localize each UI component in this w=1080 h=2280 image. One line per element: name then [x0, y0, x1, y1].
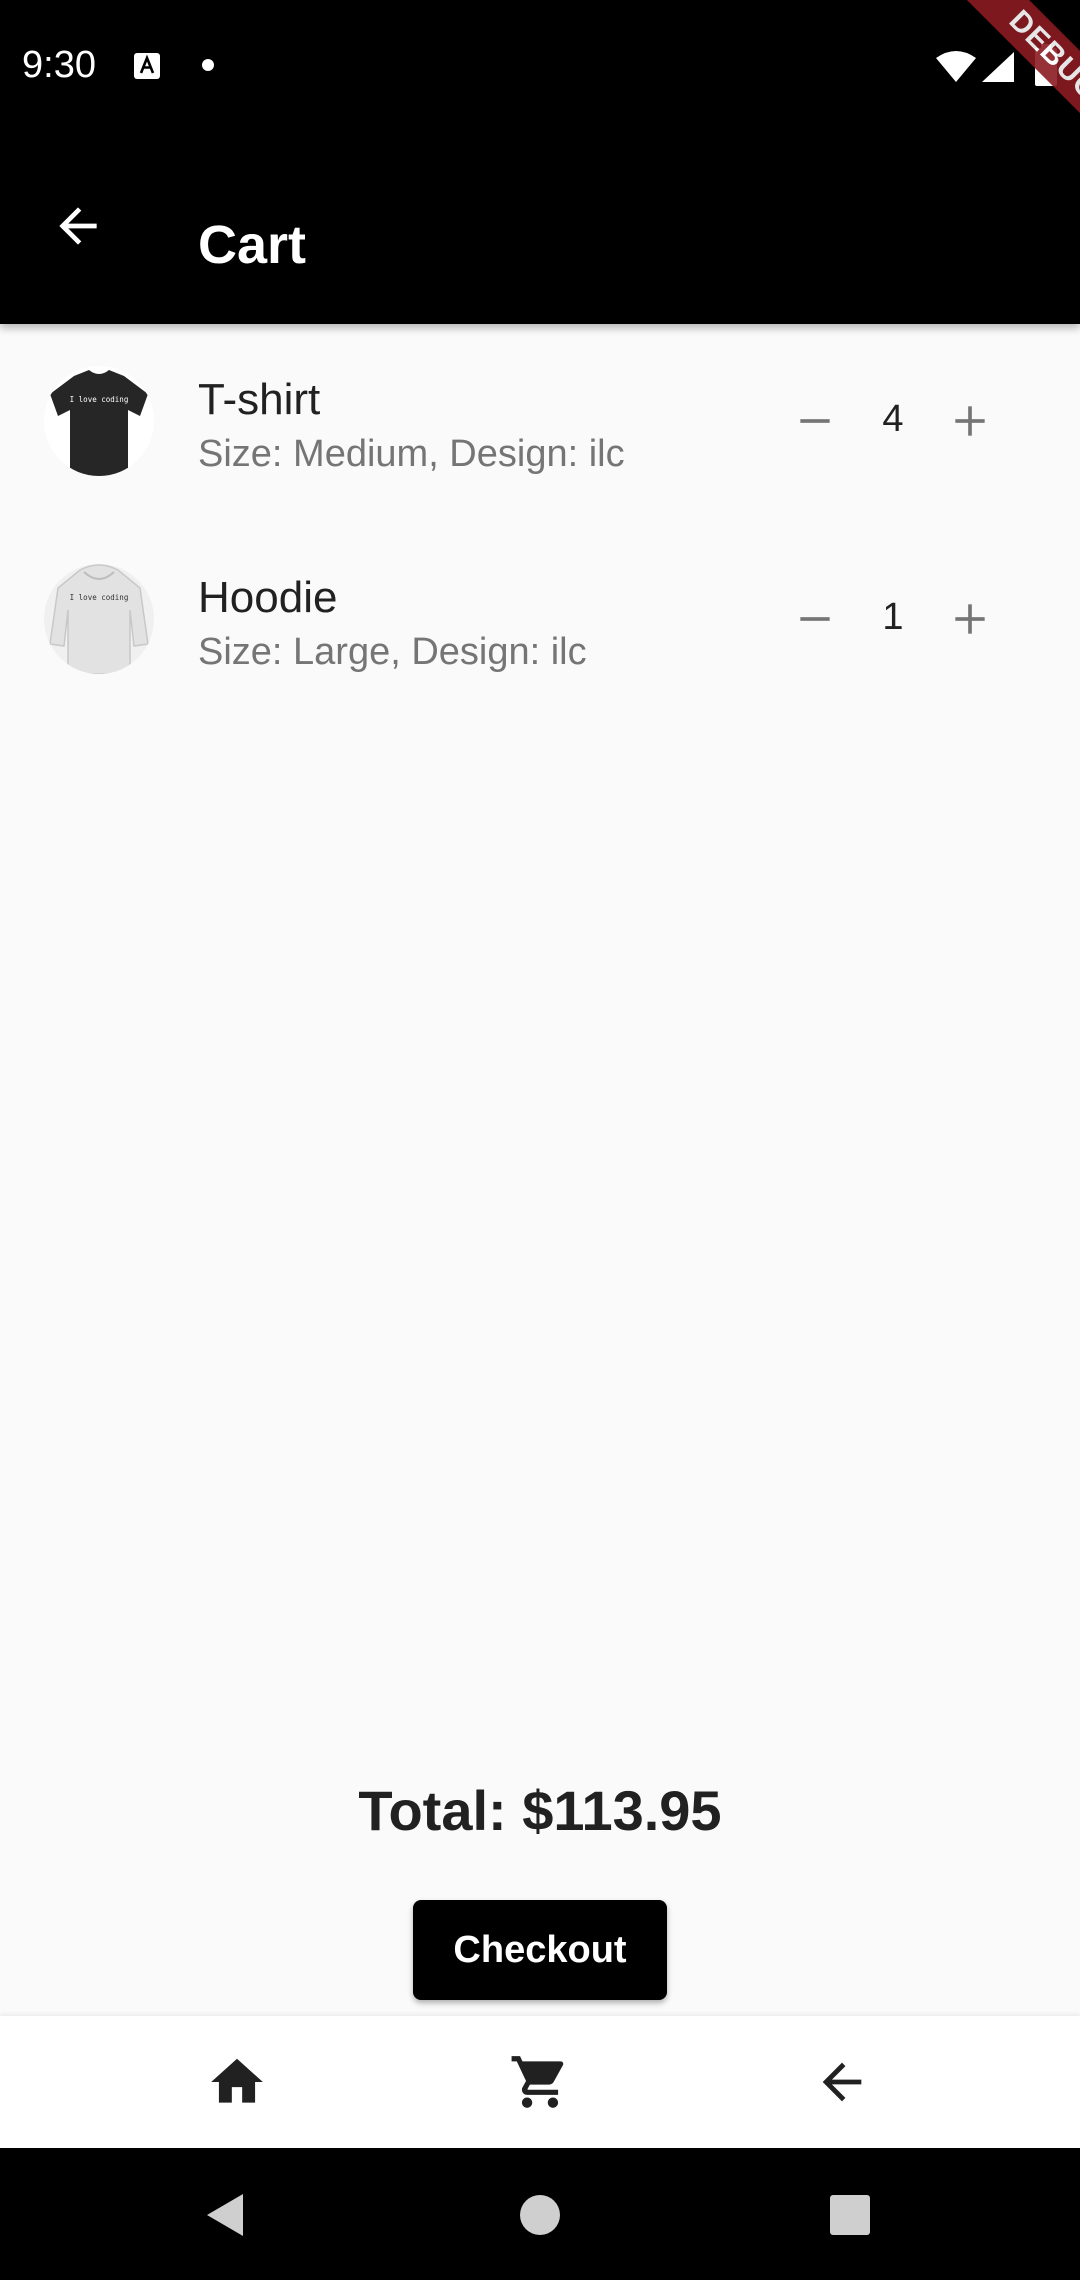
system-home-button[interactable] [505, 2180, 575, 2250]
item-name: Hoodie [198, 573, 338, 622]
item-details: Size: Medium, Design: ilc [198, 433, 625, 475]
checkout-button[interactable]: Checkout [413, 1900, 667, 2000]
hoodie-print-text: I love coding [70, 593, 129, 602]
back-button[interactable] [38, 186, 118, 266]
system-navigation-bar [0, 2148, 1080, 2280]
quantity-value: 1 [882, 596, 904, 638]
page-title: Cart [198, 215, 307, 275]
cart-item-tshirt: I love coding T-shirt Size: Medium, Desi… [0, 324, 1080, 522]
app-bar: Cart [0, 134, 1080, 324]
status-time: 9:30 [22, 44, 96, 86]
hoodie-thumbnail: I love coding [44, 564, 154, 674]
nav-home-button[interactable] [197, 2042, 277, 2122]
increase-quantity-button[interactable] [925, 574, 1015, 664]
system-recents-button[interactable] [815, 2180, 885, 2250]
tshirt-thumbnail: I love coding [44, 366, 154, 476]
arrow-back-icon [822, 2062, 862, 2102]
notification-dot-icon [202, 59, 214, 71]
bottom-navigation [0, 2016, 1080, 2148]
cart-item-hoodie: I love coding Hoodie Size: Large, Design… [0, 522, 1080, 720]
decrease-quantity-button[interactable] [770, 574, 860, 664]
cart-total: Total: $113.95 [358, 1779, 722, 1842]
cart-icon [511, 2056, 564, 2108]
arrow-back-icon [59, 207, 97, 245]
item-name: T-shirt [198, 375, 321, 424]
home-circle-icon [520, 2195, 560, 2235]
recents-square-icon [830, 2195, 870, 2235]
nav-back-button[interactable] [802, 2042, 882, 2122]
minus-icon [800, 617, 830, 621]
quantity-value: 4 [882, 398, 904, 440]
plus-icon [955, 406, 985, 436]
accessibility-a-icon [134, 53, 160, 79]
signal-icon [982, 52, 1014, 82]
tshirt-print-text: I love coding [70, 395, 129, 404]
decrease-quantity-button[interactable] [770, 376, 860, 466]
increase-quantity-button[interactable] [925, 376, 1015, 466]
system-back-button[interactable] [190, 2180, 260, 2250]
nav-cart-button[interactable] [500, 2042, 580, 2122]
wifi-icon [936, 51, 976, 82]
minus-icon [800, 419, 830, 423]
plus-icon [955, 604, 985, 634]
home-icon [211, 2058, 263, 2103]
status-bar: 9:30 [0, 0, 1080, 134]
battery-icon [1035, 44, 1057, 86]
item-details: Size: Large, Design: ilc [198, 631, 587, 673]
back-triangle-icon [207, 2194, 243, 2236]
